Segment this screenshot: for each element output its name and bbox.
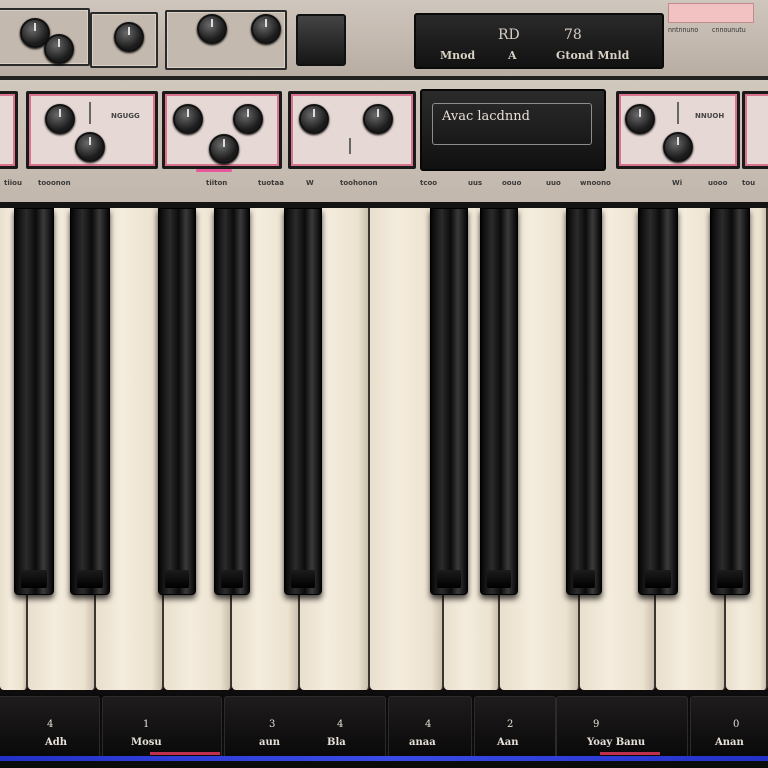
module-1-fader[interactable]	[89, 102, 91, 124]
pad-number: 4	[337, 719, 344, 730]
pad-label: Mosu	[131, 737, 162, 748]
pad-number: 1	[143, 719, 150, 730]
lcd-seg-rd: RD	[498, 27, 520, 43]
module-4-knob-2[interactable]	[663, 132, 693, 162]
black-key[interactable]	[70, 208, 110, 595]
pad-label: Yoay Banu	[587, 737, 646, 748]
module-1-knob-1[interactable]	[45, 104, 75, 134]
module-4-knob-1[interactable]	[625, 104, 655, 134]
module-3	[288, 91, 416, 169]
lcd-seg-right: Gtond Mnld	[556, 49, 630, 62]
center-lcd-display: Avac lacdnnd	[420, 89, 606, 171]
module-3-knob-2[interactable]	[363, 104, 393, 134]
module-3-knob-1[interactable]	[299, 104, 329, 134]
module-2-knob-1[interactable]	[173, 104, 203, 134]
pad-number: 9	[593, 719, 600, 730]
module-3-fader[interactable]	[349, 138, 351, 154]
lcd-seg-left: Mnod	[440, 49, 476, 62]
center-lcd-text: Avac lacdnnd	[442, 109, 530, 124]
pad-button[interactable]: 4 Adh	[0, 696, 100, 758]
strip-label-12: Wi	[672, 179, 683, 187]
pad-number: 4	[425, 719, 432, 730]
strip-label-8: uus	[468, 179, 483, 187]
top-select-button[interactable]	[296, 14, 346, 66]
module-4-fader[interactable]	[677, 102, 679, 124]
module-2-knob-2[interactable]	[233, 104, 263, 134]
strip-label-7: tcoo	[420, 179, 438, 187]
strip-label-13: uooo	[708, 179, 728, 187]
strip-label-10: uuo	[546, 179, 561, 187]
edge-module-right	[742, 91, 768, 169]
top-knob-5[interactable]	[251, 14, 281, 44]
pad-button[interactable]: 2 Aan	[474, 696, 556, 758]
strip-label-14: tou	[742, 179, 756, 187]
pad-button[interactable]: 1 Mosu	[102, 696, 222, 758]
pad-label: anaa	[409, 737, 436, 748]
strip-label-3: tiiton	[206, 179, 228, 187]
black-key[interactable]	[284, 208, 322, 595]
strip-label-6: toohonon	[340, 179, 378, 187]
module-2-led	[196, 169, 232, 172]
pad-label: aun	[259, 737, 281, 748]
pad-label: Anan	[715, 737, 744, 748]
pad-button[interactable]: 0 Anan	[690, 696, 768, 758]
pad-label: Bla	[327, 737, 346, 748]
black-key[interactable]	[710, 208, 750, 595]
pad-label: Aan	[497, 737, 519, 748]
pad-button[interactable]: 9 Yoay Banu	[556, 696, 688, 758]
module-1-knob-2[interactable]	[75, 132, 105, 162]
module-4: NNUOH	[616, 91, 740, 169]
black-key[interactable]	[566, 208, 602, 595]
top-lcd-display: Mnod RD A 78 Gtond Mnld	[414, 13, 664, 69]
black-key[interactable]	[14, 208, 54, 595]
top-control-strip: Mnod RD A 78 Gtond Mnld nntnnuno cnnounu…	[0, 0, 768, 80]
module-1-label: NGUGG	[111, 112, 140, 120]
top-knob-2[interactable]	[44, 34, 74, 64]
strip-label-1: tiiou	[4, 179, 22, 187]
pad-number: 2	[507, 719, 514, 730]
module-2	[162, 91, 282, 169]
black-key[interactable]	[480, 208, 518, 595]
top-knob-module-3	[165, 10, 287, 70]
pad-label: Adh	[45, 737, 68, 748]
strip-label-4: tuotaa	[258, 179, 284, 187]
pad-button[interactable]: 4 anaa	[388, 696, 472, 758]
blue-accent-strip	[0, 756, 768, 761]
pad-number: 3	[269, 719, 276, 730]
top-knob-module-1	[0, 8, 90, 66]
top-label-1: nntnnuno	[668, 26, 699, 34]
strip-label-5: W	[306, 179, 314, 187]
black-key[interactable]	[214, 208, 250, 595]
black-key[interactable]	[430, 208, 468, 595]
module-2-knob-3[interactable]	[209, 134, 239, 164]
piano-keybed	[0, 208, 768, 694]
strip-label-11: wnoono	[580, 179, 611, 187]
pad-number: 0	[733, 719, 740, 730]
lcd-seg-78: 78	[564, 27, 582, 43]
pad-button[interactable]: 3 aun 4 Bla	[224, 696, 386, 758]
black-key[interactable]	[638, 208, 678, 595]
strip-label-2: tooonon	[38, 179, 71, 187]
top-label-2: cnnounutu	[712, 26, 746, 34]
top-knob-module-2	[90, 12, 158, 68]
pad-number: 4	[47, 719, 54, 730]
red-accent-2	[600, 752, 660, 755]
strip-label-9: oouo	[502, 179, 522, 187]
top-knob-3[interactable]	[114, 22, 144, 52]
top-knob-4[interactable]	[197, 14, 227, 44]
red-accent-1	[150, 752, 220, 755]
lcd-seg-a: A	[508, 49, 517, 62]
middle-control-panel: NGUGG Avac lacdnnd NNUOH tiiou tooonon t…	[0, 80, 768, 208]
black-key[interactable]	[158, 208, 196, 595]
module-4-label: NNUOH	[695, 112, 725, 120]
pink-indicator-pad	[668, 3, 754, 23]
edge-module-left	[0, 91, 18, 169]
module-1: NGUGG	[26, 91, 158, 169]
